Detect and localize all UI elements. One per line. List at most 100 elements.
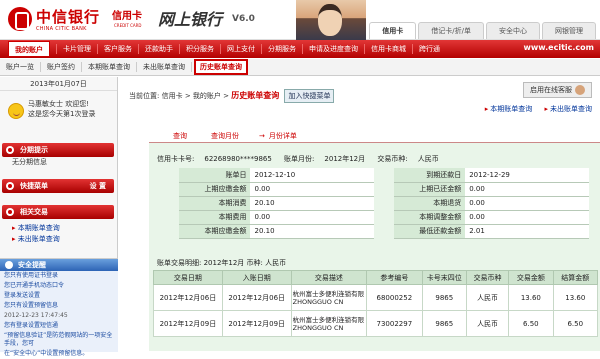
welcome-line-1: 马惠敏女士 欢迎您! [28,100,90,108]
summary-label: 本期消费 [179,196,251,211]
related-link-current-bill[interactable]: 本期账单查询 [2,223,114,234]
tab-debit-card[interactable]: 借记卡/折/单 [418,22,484,39]
table-cell: 2012年12月06日 [221,284,292,311]
summary-value: 0.00 [250,210,375,225]
summary-label: 最低还款金额 [393,224,466,239]
breadcrumb-path: 信用卡 > 我的账户 > [161,92,229,100]
quick-menu-settings-link[interactable]: 设 置 [90,179,106,193]
nav-item-points[interactable]: 积分服务 [179,44,220,54]
summary-label: 到期还款日 [393,168,466,183]
summary-value: 2012-12-10 [250,168,375,183]
column-header: 交易金额 [508,270,554,285]
summary-row: 账单日 2012-12-10 到期还款日 2012-12-29 [179,168,589,183]
table-cell: 杭州富士多便利连锁有限 ZHONGGUO CN [290,310,368,337]
main-content: 当前位置: 信用卡 > 我的账户 > 历史账单查询 加入快捷菜单 启用在线客服 … [119,77,600,351]
welcome-line-2: 这是您今天第1次登录 [28,110,96,118]
summary-value: 0.00 [465,196,589,211]
summary-gap [374,224,393,238]
summary-value: 20.10 [250,224,375,239]
related-transactions-header[interactable]: 相关交易 [2,205,114,219]
related-transactions-box: 相关交易 本期账单查询 未出账单查询 [2,205,114,245]
installment-tips-box: 分期提示 无分期信息 [2,143,114,168]
security-line[interactable]: 您只有使用证书登录 [0,271,118,281]
quick-menu-header[interactable]: 快捷菜单设 置 [2,179,114,193]
subnav-account-overview[interactable]: 账户一览 [0,62,41,72]
security-timestamp: 2012-12-23 17:47:45 [4,312,68,319]
summary-value: 2012-12-29 [465,168,589,183]
summary-row: 本期费用 0.00 本期调整金额 0.00 [179,210,589,225]
banner-photo [296,0,366,40]
summary-value: 0.00 [465,210,589,225]
nav-item-interbank[interactable]: 跨行通 [412,44,446,54]
table-cell: 2012年12月09日 [221,310,292,337]
add-to-quick-menu-button[interactable]: 加入快捷菜单 [284,89,335,103]
nav-item-repayment[interactable]: 还款助手 [138,44,179,54]
installment-tips-text: 无分期信息 [12,158,47,166]
nav-item-customer-service[interactable]: 客户服务 [97,44,138,54]
bill-summary-table: 账单日 2012-12-10 到期还款日 2012-12-29 上期应缴金额 0.00 上期… [179,168,589,239]
quick-links: 本期账单查询 未出账单查询 [475,104,592,114]
tab-credit-card[interactable]: 信用卡 [369,22,417,39]
security-line[interactable]: “预留信息验证”是防范假网站的一项安全手段，您可 [0,331,118,349]
subnav-account-signing[interactable]: 账户签约 [41,62,82,72]
transaction-table: 交易日期 入账日期 交易描述 参考编号 卡号末四位 交易币种 交易金额 结算金额 2012年1… [153,270,599,337]
tab-security-center[interactable]: 安全中心 [486,22,540,39]
bank-name-en: CHINA CITIC BANK [36,26,87,32]
arrow-icon: → [259,131,265,140]
summary-row: 本期消费 20.10 本期退货 0.00 [179,196,589,211]
quick-menu-box: 快捷菜单设 置 [2,179,114,193]
column-header: 结算金额 [552,270,599,285]
bank-logo-icon [8,7,32,31]
security-line[interactable]: 您已开通手机动态口令 [0,281,118,291]
security-reminder-header: 安全提醒 [0,259,118,271]
table-cell: 73002297 [366,310,423,337]
table-cell: 6.50 [508,310,554,337]
subnav-unbilled[interactable]: 未出账单查询 [137,62,192,72]
summary-row: 本期应缴金额 20.10 最低还款金额 2.01 [179,224,589,239]
subnav-history-bill[interactable]: 历史账单查询 [194,59,248,75]
detail-title: 账单交易明细: 2012年12月 币种: 人民币 [157,259,287,267]
currency-label: 交易币种: [377,155,408,163]
nav-item-mall[interactable]: 信用卡商城 [364,44,412,54]
version-label: V6.0 [232,14,255,24]
column-header: 交易日期 [153,270,223,285]
nav-item-application[interactable]: 申请及进度查询 [302,44,364,54]
summary-gap [374,168,393,182]
table-row: 2012年12月09日 2012年12月09日 杭州富士多便利连锁有限 ZHONGG… [153,310,599,337]
security-line[interactable]: 登录发送设置 [0,291,118,301]
related-link-unbilled[interactable]: 未出账单查询 [2,234,114,245]
security-line[interactable]: 您有登录设置短信通 [0,321,118,331]
step-month-detail[interactable]: 月份详单 [269,131,297,141]
nav-item-online-pay[interactable]: 网上支付 [220,44,261,54]
card-no-label: 信用卡卡号: [157,155,195,163]
breadcrumb-current: 历史账单查询 [231,91,280,100]
table-cell: 9865 [421,284,467,311]
bank-name: 中信银行 [36,8,101,26]
installment-tips-header[interactable]: 分期提示 [2,143,114,157]
quick-link-unbilled[interactable]: 未出账单查询 [544,105,592,113]
summary-gap [374,196,393,210]
online-service-button[interactable]: 启用在线客服 [523,82,592,98]
detail-currency: 人民币 [265,259,287,267]
summary-label: 本期退货 [393,196,466,211]
tab-netbank-management[interactable]: 网银管理 [542,22,596,39]
security-line[interactable]: 您只有设置预留信息 [0,301,118,311]
subnav-current-bill[interactable]: 本期账单查询 [82,62,137,72]
security-reminder: 安全提醒 您只有使用证书登录 您已开通手机动态口令 登录发送设置 您只有设置预留… [0,258,118,357]
nav-my-account[interactable]: 我的账户 [8,41,50,57]
bullet-icon [6,146,14,154]
nav-item-installment[interactable]: 分期服务 [261,44,302,54]
month-label: 账单月份: [284,155,315,163]
table-cell: 人民币 [465,284,510,311]
table-cell: 13.60 [508,284,554,311]
quick-link-current-bill[interactable]: 本期账单查询 [485,105,533,113]
credit-card-title-en: CREDIT CARD [114,23,142,28]
column-header: 交易描述 [290,270,368,285]
step-query-month[interactable]: 查询月份 [211,131,239,141]
summary-gap [374,182,393,196]
step-query[interactable]: 查询 [173,131,187,141]
sub-nav: 账户一览 账户签约 本期账单查询 未出账单查询 历史账单查询 [0,59,600,76]
step-tabs: 查询 查询月份 → 月份详单 [149,129,600,143]
summary-row: 上期应缴金额 0.00 上期已还金额 0.00 [179,182,589,197]
nav-item-card-management[interactable]: 卡片管理 [56,44,97,54]
